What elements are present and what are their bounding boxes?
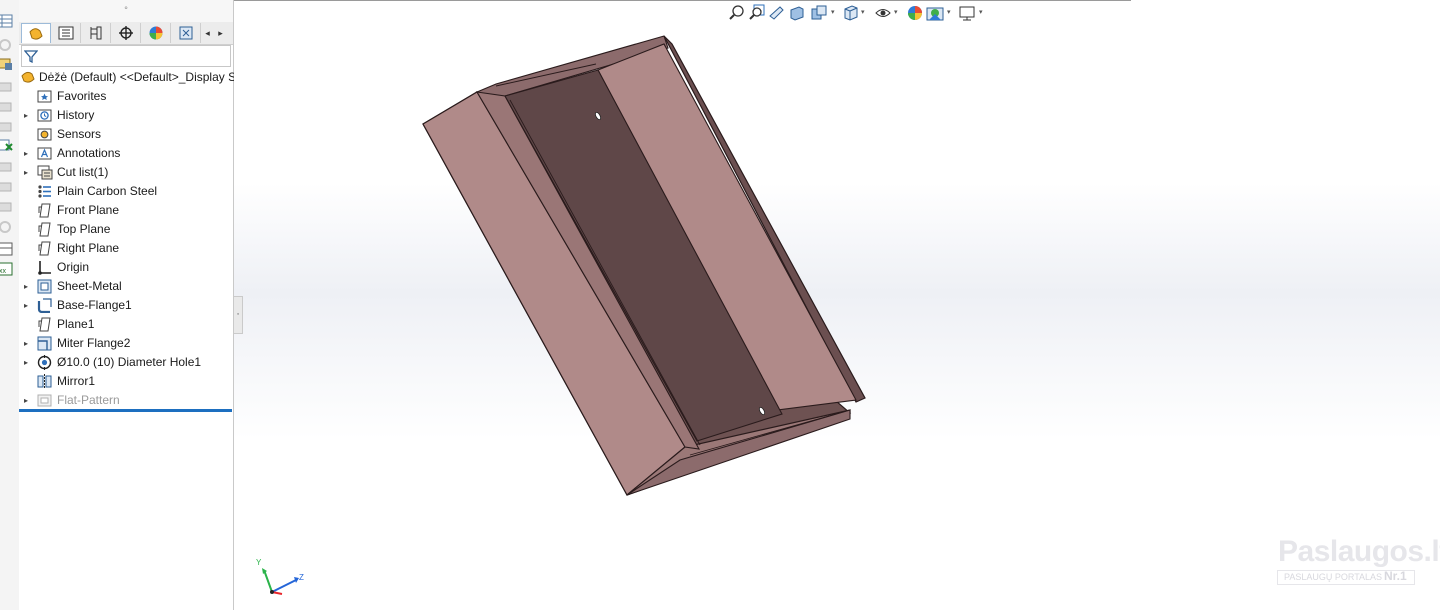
- triad-z-label: Z: [299, 573, 304, 582]
- dynamic-annotation-view-button[interactable]: [810, 4, 828, 22]
- edit-appearance-button[interactable]: [906, 4, 924, 22]
- zoom-to-fit-icon: [729, 5, 744, 20]
- reference-triad: Y Z: [256, 558, 304, 595]
- edit-appearance-icon: [908, 6, 922, 20]
- previous-view-button[interactable]: [768, 4, 786, 22]
- zoom-to-area-button[interactable]: [748, 4, 766, 22]
- view-settings-button[interactable]: [958, 4, 976, 22]
- hud-dropdown-3[interactable]: ▾: [894, 8, 898, 16]
- heads-up-view-toolbar: ▾ ▾ ▾ ▾ ▾: [728, 4, 990, 24]
- apply-scene-button[interactable]: [926, 4, 944, 22]
- section-view-button[interactable]: [788, 4, 806, 22]
- previous-view-icon: [769, 6, 784, 20]
- zoom-to-fit-button[interactable]: [728, 4, 746, 22]
- view-orientation-button[interactable]: [842, 4, 860, 22]
- section-view-icon: [790, 6, 804, 21]
- zoom-to-area-icon: [749, 4, 765, 20]
- view-settings-icon: [959, 6, 975, 21]
- triad-y-label: Y: [256, 558, 262, 567]
- hud-dropdown-5[interactable]: ▾: [979, 8, 983, 16]
- hud-dropdown-4[interactable]: ▾: [947, 8, 951, 16]
- sheet-metal-box-model[interactable]: [422, 35, 866, 496]
- dynamic-annotation-view-icon: [811, 5, 827, 20]
- watermark-badge: Nr.1: [1384, 569, 1407, 583]
- hud-dropdown-2[interactable]: ▾: [861, 8, 865, 16]
- hud-dropdown-1[interactable]: ▾: [831, 8, 835, 16]
- apply-scene-icon: [926, 7, 944, 21]
- model-view: [422, 35, 866, 496]
- watermark-title: Paslaugos.lt: [1278, 535, 1440, 568]
- display-style-icon: [875, 9, 891, 17]
- view-orientation-icon: [844, 5, 858, 21]
- display-style-button[interactable]: [874, 4, 892, 22]
